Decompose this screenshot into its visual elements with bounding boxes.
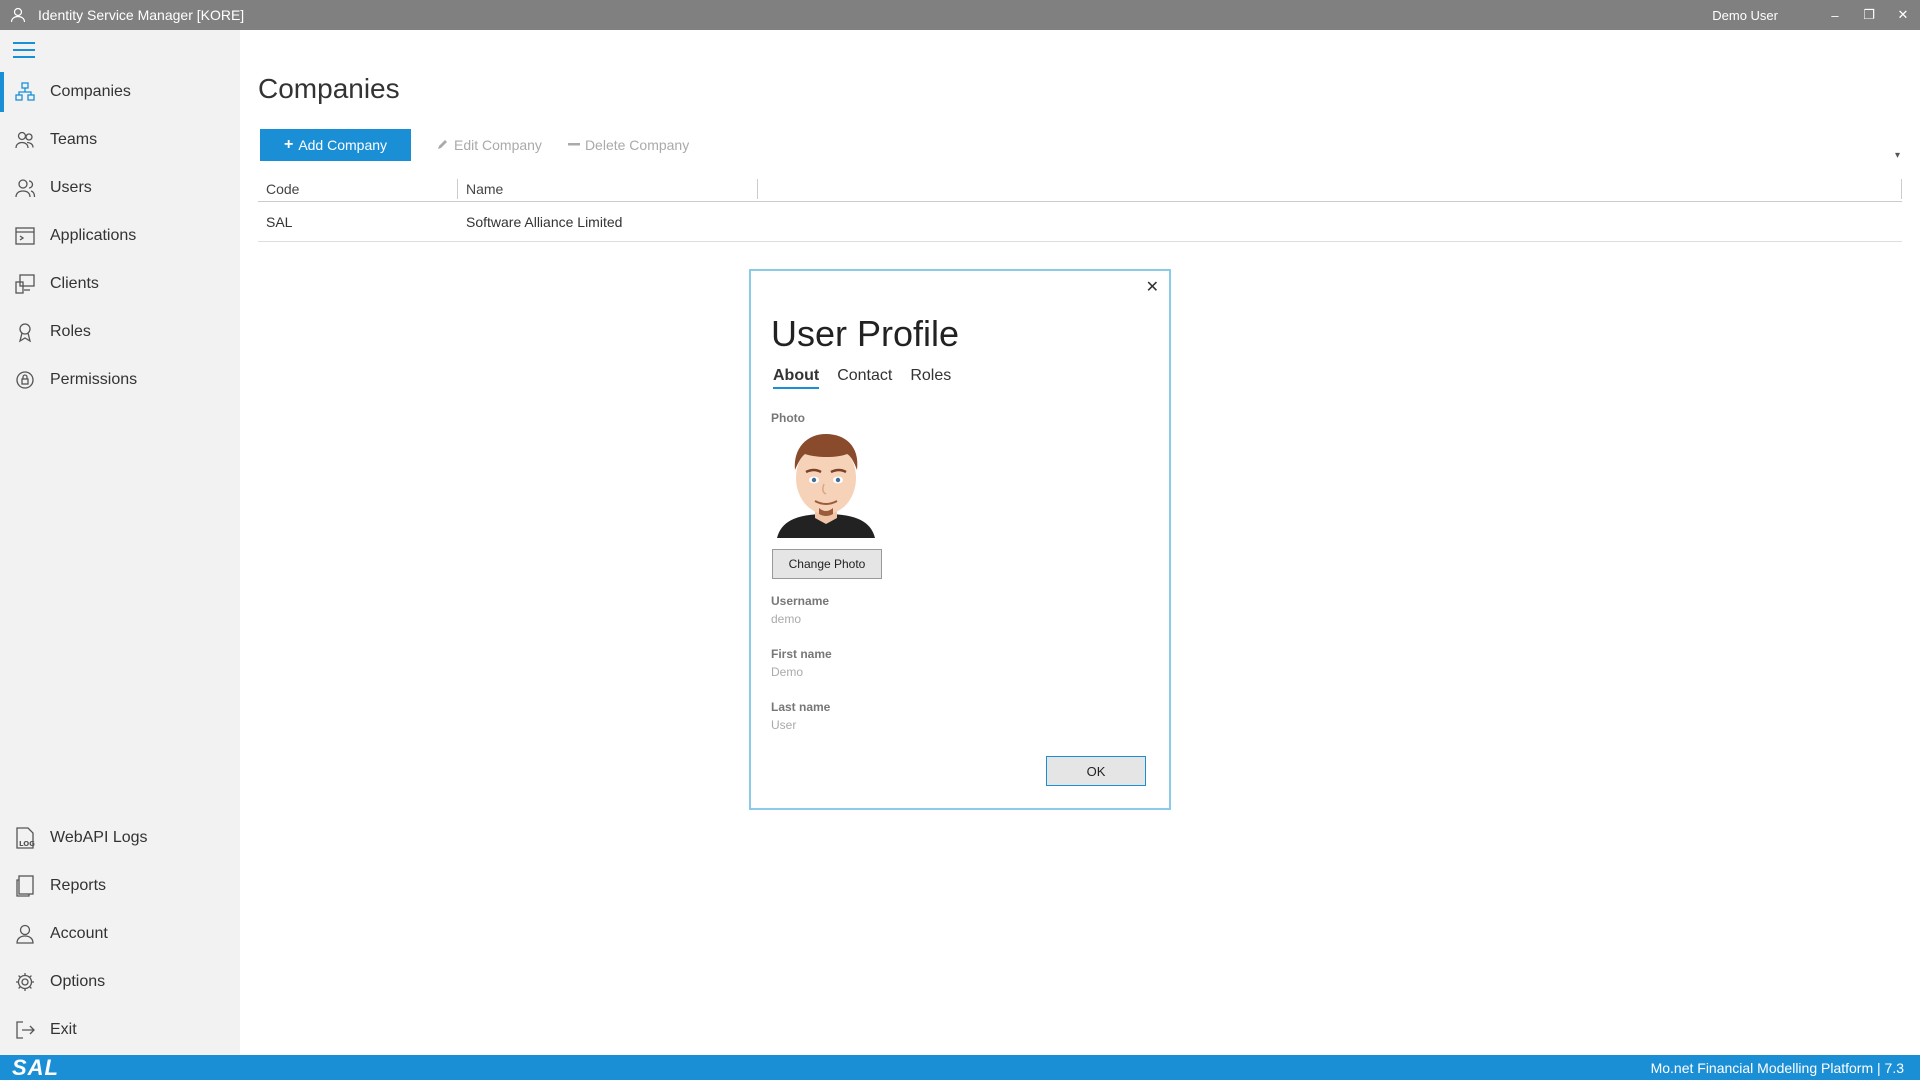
sidebar-item-label: Applications: [50, 227, 137, 244]
hamburger-menu-icon[interactable]: [13, 42, 35, 60]
svg-text:LOG: LOG: [19, 840, 35, 848]
avatar: [775, 426, 877, 538]
gear-icon: [13, 970, 37, 994]
minus-icon: [567, 137, 580, 153]
delete-company-label: Delete Company: [584, 137, 690, 153]
sidebar-item-label: Users: [50, 179, 92, 196]
sidebar-item-label: Exit: [50, 1021, 77, 1038]
table-header: Code Name: [258, 176, 1902, 202]
sidebar-item-permissions[interactable]: Permissions: [0, 360, 240, 400]
sidebar-item-label: Reports: [50, 877, 107, 894]
username-label: Username: [771, 594, 830, 608]
sidebar-item-options[interactable]: Options: [0, 962, 240, 1002]
sidebar-item-companies[interactable]: Companies: [0, 72, 240, 112]
edit-company-label: Edit Company: [454, 137, 542, 153]
sidebar-item-teams[interactable]: Teams: [0, 120, 240, 160]
add-company-label: Add Company: [298, 137, 388, 153]
sidebar-item-label: Clients: [50, 275, 99, 292]
first-name-label: First name: [771, 647, 832, 661]
sidebar-item-clients[interactable]: Clients: [0, 264, 240, 304]
sal-logo: SAL: [12, 1054, 59, 1080]
window-title: Identity Service Manager [KORE]: [38, 7, 245, 23]
username-value: demo: [771, 612, 802, 626]
user-profile-dialog: ✕ User Profile About Contact Roles Photo…: [749, 269, 1171, 810]
cell-name: Software Alliance Limited: [466, 213, 623, 230]
sidebar-item-webapi-logs[interactable]: LOG WebAPI Logs: [0, 818, 240, 858]
users-icon: [13, 176, 37, 200]
app-user-icon: [8, 5, 28, 25]
tab-roles[interactable]: Roles: [910, 367, 951, 389]
exit-icon: [13, 1018, 37, 1042]
column-header-name[interactable]: Name: [458, 178, 758, 199]
column-header-filler: [758, 178, 1902, 199]
sidebar-item-users[interactable]: Users: [0, 168, 240, 208]
plus-icon: +: [283, 136, 294, 153]
last-name-value: User: [771, 718, 797, 732]
log-icon: LOG: [13, 826, 37, 850]
edit-company-button[interactable]: Edit Company: [437, 137, 542, 153]
page-title: Companies: [258, 73, 400, 104]
change-photo-button[interactable]: Change Photo: [772, 549, 882, 579]
sidebar-item-label: Companies: [50, 83, 131, 100]
delete-company-button[interactable]: Delete Company: [567, 137, 690, 153]
permissions-icon: [13, 368, 37, 392]
table-row[interactable]: SAL Software Alliance Limited: [258, 202, 1902, 242]
first-name-value: Demo: [771, 665, 804, 679]
reports-icon: [13, 874, 37, 898]
sidebar-item-label: Options: [50, 973, 106, 990]
overflow-chevron-icon[interactable]: ▾: [1895, 150, 1900, 161]
dialog-title: User Profile: [771, 313, 960, 354]
clients-icon: [13, 272, 37, 296]
dialog-tabs: About Contact Roles: [773, 367, 969, 389]
companies-icon: [13, 80, 37, 104]
sidebar: Companies Teams Users Applications Clien…: [0, 30, 240, 1055]
ok-button[interactable]: OK: [1046, 756, 1146, 786]
sidebar-item-label: WebAPI Logs: [50, 829, 148, 846]
sidebar-item-label: Permissions: [50, 371, 138, 388]
pencil-icon: [437, 137, 449, 153]
column-header-code[interactable]: Code: [258, 178, 458, 199]
last-name-label: Last name: [771, 700, 831, 714]
sidebar-item-reports[interactable]: Reports: [0, 866, 240, 906]
applications-icon: [13, 224, 37, 248]
close-icon[interactable]: ✕: [1146, 277, 1159, 297]
cell-code: SAL: [266, 213, 293, 230]
restore-button[interactable]: ❐: [1852, 0, 1886, 30]
sidebar-item-roles[interactable]: Roles: [0, 312, 240, 352]
sidebar-item-label: Roles: [50, 323, 91, 340]
minimize-button[interactable]: –: [1818, 0, 1852, 30]
title-bar: Identity Service Manager [KORE] Demo Use…: [0, 0, 1920, 30]
teams-icon: [13, 128, 37, 152]
tab-contact[interactable]: Contact: [837, 367, 892, 389]
tab-about[interactable]: About: [773, 367, 820, 389]
add-company-button[interactable]: + Add Company: [260, 129, 411, 161]
companies-table: Code Name SAL Software Alliance Limited: [258, 176, 1902, 242]
status-bar: SAL Mo.net Financial Modelling Platform …: [0, 1055, 1920, 1080]
platform-version: Mo.net Financial Modelling Platform | 7.…: [1650, 1059, 1904, 1076]
photo-label: Photo: [771, 411, 805, 425]
account-icon: [13, 922, 37, 946]
sidebar-item-label: Teams: [50, 131, 98, 148]
sidebar-item-account[interactable]: Account: [0, 914, 240, 954]
sidebar-item-applications[interactable]: Applications: [0, 216, 240, 256]
roles-icon: [13, 320, 37, 344]
sidebar-item-exit[interactable]: Exit: [0, 1010, 240, 1050]
sidebar-item-label: Account: [50, 925, 108, 942]
current-user[interactable]: Demo User: [1712, 8, 1778, 23]
close-window-button[interactable]: ✕: [1886, 0, 1920, 30]
toolbar: + Add Company Edit Company Delete Compan…: [260, 129, 689, 161]
